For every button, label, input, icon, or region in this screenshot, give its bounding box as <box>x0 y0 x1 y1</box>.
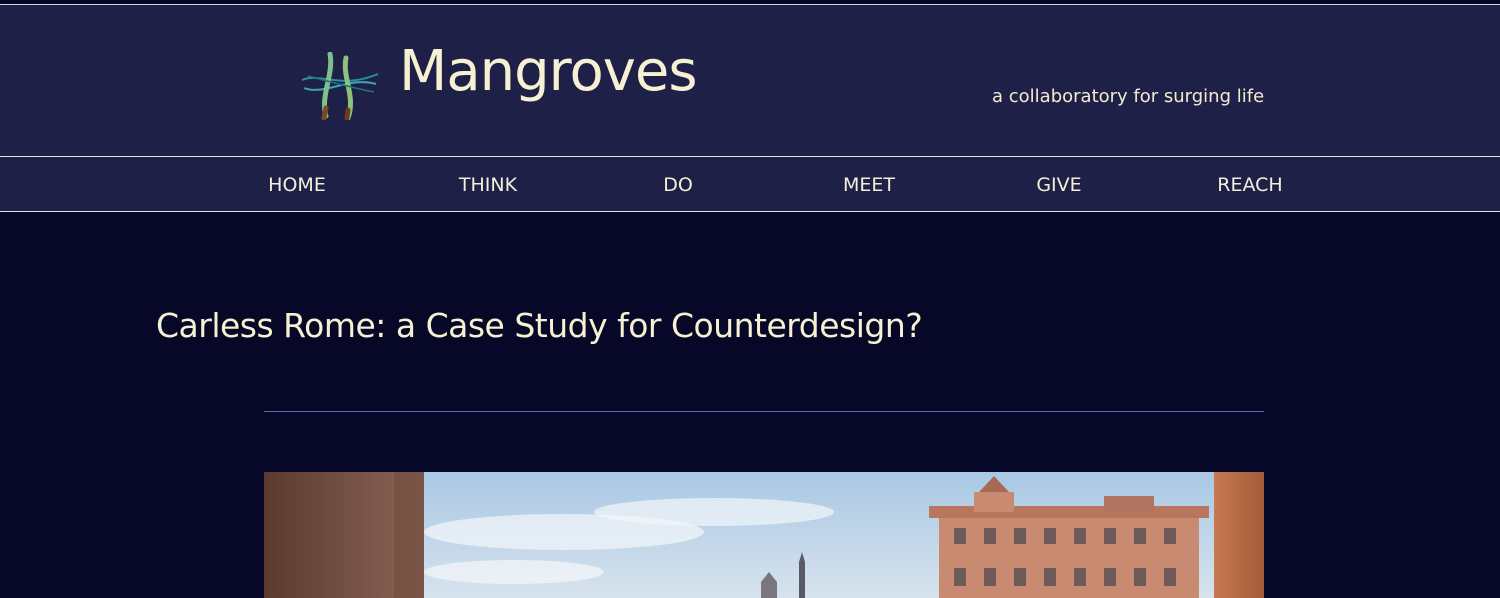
nav-item-home[interactable]: HOME <box>268 174 326 196</box>
post-title: Carless Rome: a Case Study for Counterde… <box>156 306 923 345</box>
title-divider <box>264 411 1264 412</box>
main-navigation: HOME THINK DO MEET GIVE REACH <box>0 156 1500 212</box>
nav-item-give[interactable]: GIVE <box>1036 174 1081 196</box>
nav-item-think[interactable]: THINK <box>459 174 517 196</box>
nav-item-do[interactable]: DO <box>663 174 693 196</box>
mangrove-roots-icon[interactable] <box>300 51 380 121</box>
nav-item-meet[interactable]: MEET <box>843 174 895 196</box>
hero-image <box>264 472 1264 598</box>
site-header: Mangroves a collaboratory for surging li… <box>0 5 1500 156</box>
site-title[interactable]: Mangroves <box>399 44 697 100</box>
site-tagline: a collaboratory for surging life <box>992 86 1265 107</box>
nav-item-reach[interactable]: REACH <box>1217 174 1282 196</box>
